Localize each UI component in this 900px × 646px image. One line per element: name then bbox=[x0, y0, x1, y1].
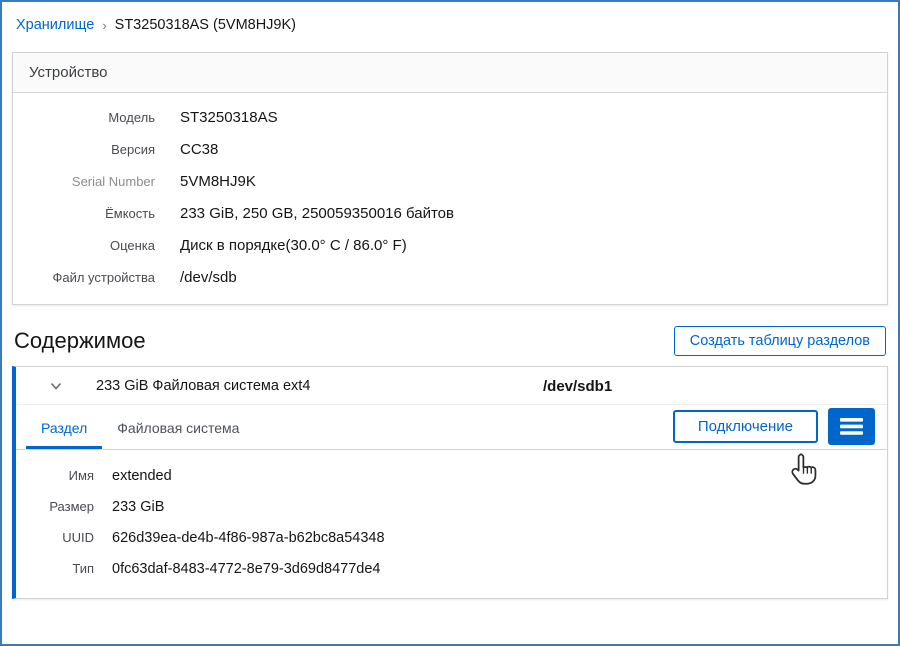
device-card-body: Модель ST3250318AS Версия CC38 Serial Nu… bbox=[13, 93, 887, 304]
page-content: Устройство Модель ST3250318AS Версия CC3… bbox=[0, 52, 900, 599]
partition-row-size: Размер 233 GiB bbox=[32, 491, 871, 522]
partition-details: Имя extended Размер 233 GiB UUID 626d39e… bbox=[16, 450, 887, 598]
partition-row-value: 626d39ea-de4b-4f86-987a-b62bc8a54348 bbox=[112, 530, 385, 546]
device-row-value: ST3250318AS bbox=[180, 109, 278, 126]
breadcrumb-separator: › bbox=[102, 18, 106, 33]
partition-row-label: Тип bbox=[32, 561, 94, 576]
device-row-value: CC38 bbox=[180, 141, 218, 158]
partition-row-value: extended bbox=[112, 468, 172, 484]
device-row-label: Оценка bbox=[29, 238, 155, 253]
volume-device-path: /dev/sdb1 bbox=[543, 378, 612, 395]
breadcrumb: Хранилище › ST3250318AS (5VM8HJ9K) bbox=[0, 0, 900, 52]
partition-row-label: Имя bbox=[32, 468, 94, 483]
device-row-value: 233 GiB, 250 GB, 250059350016 байтов bbox=[180, 205, 454, 222]
create-partition-table-button[interactable]: Создать таблицу разделов bbox=[674, 326, 886, 356]
device-row-label: Файл устройства bbox=[29, 270, 155, 285]
mount-button[interactable]: Подключение bbox=[673, 410, 818, 443]
device-row-value: Диск в порядке(30.0° C / 86.0° F) bbox=[180, 237, 407, 254]
partition-row-value: 233 GiB bbox=[112, 499, 164, 515]
device-row-capacity: Ёмкость 233 GiB, 250 GB, 250059350016 ба… bbox=[29, 197, 871, 229]
breadcrumb-link-storage[interactable]: Хранилище bbox=[16, 17, 94, 33]
chevron-down-icon bbox=[49, 380, 63, 392]
volume-actions: Подключение bbox=[673, 408, 875, 449]
tab-filesystem[interactable]: Файловая система bbox=[102, 407, 254, 449]
device-row-firmware: Версия CC38 bbox=[29, 133, 871, 165]
device-row-label: Модель bbox=[29, 110, 155, 125]
device-row-value: 5VM8HJ9K bbox=[180, 173, 256, 190]
tab-partition[interactable]: Раздел bbox=[26, 407, 102, 449]
content-section-title: Содержимое bbox=[14, 328, 146, 354]
partition-row-uuid: UUID 626d39ea-de4b-4f86-987a-b62bc8a5434… bbox=[32, 522, 871, 553]
volume-tabs-row: Раздел Файловая система Подключение bbox=[16, 405, 887, 450]
partition-row-label: Размер bbox=[32, 499, 94, 514]
device-row-serial: Serial Number 5VM8HJ9K bbox=[29, 165, 871, 197]
partition-row-label: UUID bbox=[32, 530, 94, 545]
breadcrumb-current: ST3250318AS (5VM8HJ9K) bbox=[115, 17, 296, 33]
volume-description: 233 GiB Файловая система ext4 bbox=[96, 378, 310, 394]
device-row-device-file: Файл устройства /dev/sdb bbox=[29, 261, 871, 293]
bars-icon bbox=[840, 418, 863, 435]
device-row-model: Модель ST3250318AS bbox=[29, 101, 871, 133]
partition-row-value: 0fc63daf-8483-4772-8e79-3d69d8477de4 bbox=[112, 561, 380, 577]
volume-card: 233 GiB Файловая система ext4 /dev/sdb1 … bbox=[12, 366, 888, 599]
expand-toggle-button[interactable] bbox=[47, 378, 65, 394]
device-row-label: Версия bbox=[29, 142, 155, 157]
content-section-header: Содержимое Создать таблицу разделов bbox=[14, 326, 886, 356]
partition-row-type: Тип 0fc63daf-8483-4772-8e79-3d69d8477de4 bbox=[32, 553, 871, 584]
device-row-value: /dev/sdb bbox=[180, 269, 237, 286]
volume-listing-row[interactable]: 233 GiB Файловая система ext4 /dev/sdb1 bbox=[16, 367, 887, 405]
device-row-label: Serial Number bbox=[29, 174, 155, 189]
volume-menu-button[interactable] bbox=[828, 408, 875, 445]
device-row-assessment: Оценка Диск в порядке(30.0° C / 86.0° F) bbox=[29, 229, 871, 261]
device-card: Устройство Модель ST3250318AS Версия CC3… bbox=[12, 52, 888, 305]
device-card-title: Устройство bbox=[13, 53, 887, 93]
partition-row-name: Имя extended bbox=[32, 460, 871, 491]
device-row-label: Ёмкость bbox=[29, 206, 155, 221]
